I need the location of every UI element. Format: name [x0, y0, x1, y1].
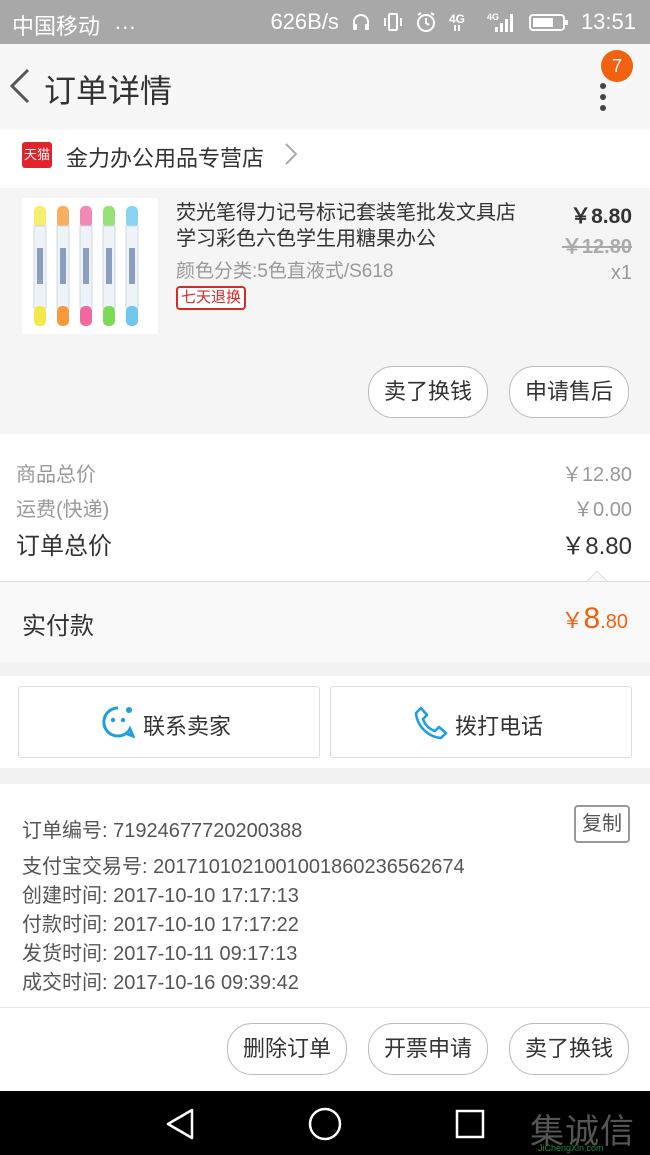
shipped-time: 2017-10-11 09:17:13	[113, 943, 298, 965]
actual-paid-row: 实付款 ￥8.80	[0, 581, 650, 662]
created-time-label: 创建时间:	[22, 885, 108, 907]
notification-more: ···	[114, 14, 137, 39]
completed-time-row: 成交时间: 2017-10-16 09:39:42	[22, 966, 299, 995]
order-number: 71924677720200388	[113, 820, 303, 842]
nav-header: 订单详情 7	[0, 44, 650, 130]
pen-5	[125, 206, 139, 326]
order-number-row: 订单编号: 71924677720200388	[22, 814, 302, 843]
shipping-value: ￥0.00	[573, 499, 632, 521]
chevron-right-icon	[285, 143, 298, 165]
call-phone-label: 拨打电话	[455, 714, 544, 739]
paid-label: 实付款	[22, 613, 94, 640]
contact-seller-label: 联系卖家	[143, 714, 232, 739]
shipped-time-row: 发货时间: 2017-10-11 09:17:13	[22, 937, 297, 966]
bottom-actions: 删除订单 开票申请 卖了换钱	[0, 1007, 650, 1092]
order-total-value: ￥8.80	[561, 533, 632, 560]
watermark-url: JiChengXin.com	[538, 1143, 604, 1153]
contact-seller-button[interactable]: 联系卖家	[18, 686, 320, 758]
alarm-icon	[416, 12, 435, 32]
order-number-label: 订单编号:	[22, 820, 108, 842]
nav-recents-icon[interactable]	[454, 1108, 486, 1140]
pen-2	[56, 206, 70, 326]
pen-1	[33, 206, 47, 326]
order-total-label: 订单总价	[16, 533, 112, 560]
created-time: 2017-10-10 17:17:13	[113, 885, 299, 907]
battery-icon	[528, 14, 568, 31]
sell-for-cash-bottom-button[interactable]: 卖了换钱	[509, 1023, 629, 1075]
copy-button[interactable]: 复制	[574, 805, 630, 843]
return-policy-tag: 七天退换	[176, 286, 247, 310]
notification-badge: 7	[601, 50, 633, 82]
product-quantity: x1	[610, 262, 632, 284]
store-row[interactable]: 天猫 金力办公用品专营店	[0, 130, 650, 188]
page-title: 订单详情	[44, 73, 173, 109]
product-card[interactable]: 荧光笔得力记号标记套装笔批发文具店学习彩色六色学生用糖果办公 颜色分类:5色直液…	[0, 188, 650, 434]
status-left: 中国移动 ···	[12, 9, 136, 41]
product-thumbnail[interactable]	[22, 198, 158, 334]
chat-bubble-icon	[102, 706, 135, 739]
paid-time: 2017-10-10 17:17:22	[113, 914, 299, 936]
pen-3	[79, 206, 93, 326]
svg-text:4G: 4G	[449, 12, 465, 26]
vibrate-icon	[383, 13, 402, 31]
contact-row: 联系卖家 拨打电话	[0, 676, 650, 768]
phone-icon	[414, 706, 448, 740]
paid-currency: ￥	[561, 608, 584, 633]
svg-text:4G: 4G	[487, 12, 499, 22]
alipay-number: 2017101021001001860236562674	[153, 856, 465, 878]
delete-order-button[interactable]: 删除订单	[227, 1023, 347, 1075]
product-price: ￥8.80	[570, 205, 632, 228]
clock: 13:51	[580, 9, 636, 34]
more-menu-icon[interactable]	[598, 82, 608, 112]
sell-for-cash-button[interactable]: 卖了换钱	[368, 366, 488, 418]
status-bar: 中国移动 ··· 626B/s 4G 4G 13:51	[0, 0, 650, 44]
completed-time: 2017-10-16 09:39:42	[113, 972, 299, 994]
price-summary: 商品总价 ￥12.80 运费(快递) ￥0.00 订单总价 ￥8.80	[0, 434, 650, 581]
shipped-time-label: 发货时间:	[22, 943, 108, 965]
status-right: 626B/s 4G 4G 13:51	[270, 9, 636, 35]
order-info: 订单编号: 71924677720200388 复制 支付宝交易号: 20171…	[0, 784, 650, 1007]
shipping-label: 运费(快递)	[16, 499, 110, 521]
store-name[interactable]: 金力办公用品专营店	[66, 141, 264, 173]
highlighter-pens-image	[33, 206, 139, 326]
paid-time-label: 付款时间:	[22, 914, 108, 936]
nav-home-icon[interactable]	[307, 1106, 343, 1142]
headphone-icon	[352, 14, 369, 30]
paid-value: ￥8.80	[561, 602, 628, 636]
completed-time-label: 成交时间:	[22, 972, 108, 994]
carrier-name: 中国移动	[12, 14, 101, 39]
product-name[interactable]: 荧光笔得力记号标记套装笔批发文具店学习彩色六色学生用糖果办公	[176, 200, 516, 252]
paid-integer: 8	[583, 602, 601, 635]
paid-time-row: 付款时间: 2017-10-10 17:17:22	[22, 908, 299, 937]
back-arrow-icon[interactable]	[8, 68, 32, 104]
invoice-request-button[interactable]: 开票申请	[368, 1023, 488, 1075]
signal-4g-icon: 4G	[449, 12, 465, 31]
nav-back-icon[interactable]	[164, 1107, 196, 1141]
signal-strength-icon: 4G	[487, 12, 513, 32]
after-sale-button[interactable]: 申请售后	[509, 366, 629, 418]
product-original-price: ￥12.80	[561, 236, 632, 258]
goods-total-label: 商品总价	[16, 464, 96, 486]
net-speed: 626B/s	[270, 9, 339, 34]
goods-total-value: ￥12.80	[561, 464, 632, 486]
created-time-row: 创建时间: 2017-10-10 17:17:13	[22, 879, 299, 908]
call-phone-button[interactable]: 拨打电话	[330, 686, 632, 758]
tmall-logo: 天猫	[22, 142, 52, 168]
paid-decimal: .80	[600, 611, 628, 633]
alipay-number-row: 支付宝交易号: 2017101021001001860236562674	[22, 850, 465, 879]
alipay-number-label: 支付宝交易号:	[22, 856, 148, 878]
pen-4	[102, 206, 116, 326]
product-attributes: 颜色分类:5色直液式/S618	[176, 261, 394, 282]
